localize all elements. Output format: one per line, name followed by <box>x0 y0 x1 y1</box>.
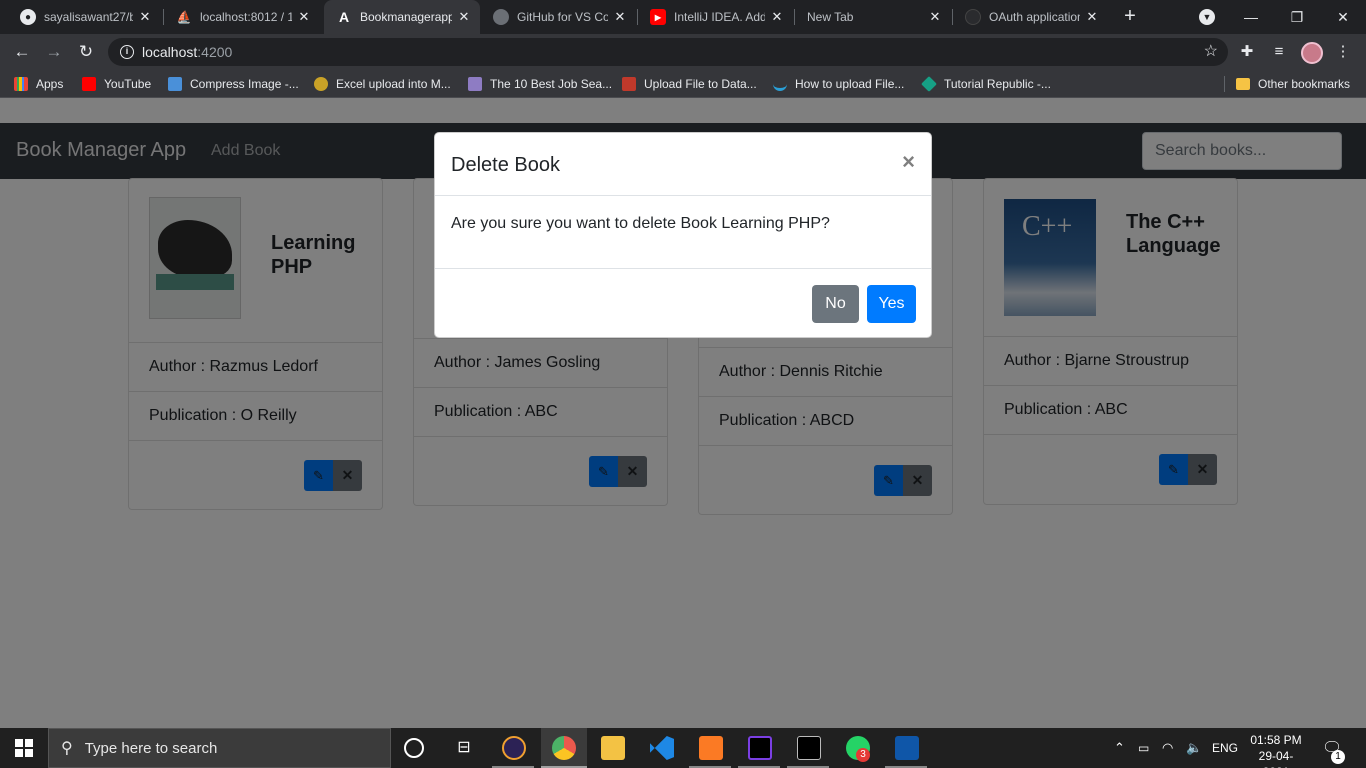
forward-arrow-icon[interactable]: → <box>42 40 66 64</box>
restore-button[interactable]: ❐ <box>1274 0 1320 34</box>
close-icon[interactable]: ✕ <box>1084 9 1100 25</box>
bookmark-upload-file[interactable]: Upload File to Data... <box>622 75 757 93</box>
apps-grid-icon <box>14 77 28 91</box>
chevron-down-icon: ▼ <box>1199 9 1215 25</box>
powershell-icon[interactable] <box>895 736 919 760</box>
notifications-badge: 1 <box>1331 750 1345 764</box>
eclipse-icon[interactable] <box>502 736 526 760</box>
bookmark-apps[interactable]: Apps <box>14 75 63 93</box>
close-icon[interactable]: ✕ <box>927 9 943 25</box>
bookmark-youtube[interactable]: YouTube <box>82 75 151 93</box>
task-view-icon[interactable]: ⊟ <box>452 736 476 760</box>
yes-button[interactable]: Yes <box>867 285 916 323</box>
language-indicator[interactable]: ENG <box>1212 728 1238 768</box>
wifi-icon[interactable]: ◠ <box>1162 728 1173 768</box>
info-icon[interactable]: i <box>120 45 134 59</box>
tab-new-tab[interactable]: New Tab ✕ <box>795 0 951 34</box>
file-explorer-icon[interactable] <box>601 736 625 760</box>
system-clock[interactable]: 01:58 PM 29-04-2021 <box>1248 732 1304 768</box>
close-icon[interactable]: ✕ <box>456 9 472 25</box>
address-bar[interactable]: i localhost:4200 ☆ <box>108 38 1228 66</box>
badge-icon <box>314 77 328 91</box>
new-tab-button[interactable]: + <box>1118 4 1142 28</box>
window-close-button[interactable]: ✕ <box>1320 0 1366 34</box>
volume-icon[interactable]: 🔈 <box>1186 728 1202 768</box>
modal-close-button[interactable]: × <box>902 151 915 173</box>
intellij-icon[interactable] <box>748 736 772 760</box>
folder-icon <box>1236 78 1250 90</box>
xampp-icon[interactable] <box>699 736 723 760</box>
minimize-button[interactable]: — <box>1228 0 1274 34</box>
phpmyadmin-icon: ⛵ <box>176 10 192 24</box>
bookmark-job-search[interactable]: The 10 Best Job Sea... <box>468 75 612 93</box>
globe-icon <box>493 9 509 25</box>
youtube-icon: ▶ <box>650 9 666 25</box>
cortana-icon[interactable] <box>404 738 424 758</box>
tab-github-vscode[interactable]: GitHub for VS Co ✕ <box>481 0 636 34</box>
vscode-icon[interactable] <box>650 736 674 760</box>
delete-book-modal: Delete Book × Are you sure you want to d… <box>434 132 932 338</box>
windows-taskbar: ⚲ Type here to search ⊟ 3 ⌃ ▭ ◠ 🔈 ENG 01… <box>0 728 1366 768</box>
bookmark-compress-image[interactable]: Compress Image -... <box>168 75 299 93</box>
tab-phpmyadmin[interactable]: ⛵ localhost:8012 / 1 ✕ <box>164 0 320 34</box>
start-button[interactable] <box>0 728 48 768</box>
bookmark-tutorial-republic[interactable]: Tutorial Republic -... <box>921 75 1051 93</box>
close-icon[interactable]: ✕ <box>137 9 153 25</box>
media-queue-icon[interactable]: ≡ <box>1269 42 1289 62</box>
back-arrow-icon[interactable]: ← <box>10 40 34 64</box>
bookmark-star-icon[interactable]: ☆ <box>1204 41 1218 61</box>
close-icon[interactable]: ✕ <box>612 9 628 25</box>
bookmark-how-to-upload[interactable]: How to upload File... <box>773 75 904 93</box>
battery-icon[interactable]: ▭ <box>1138 728 1149 768</box>
tab-oauth[interactable]: OAuth application ✕ <box>953 0 1108 34</box>
browser-tab-strip: ● sayalisawant27/b ✕ ⛵ localhost:8012 / … <box>0 0 1366 34</box>
bookmark-excel-upload[interactable]: Excel upload into M... <box>314 75 451 93</box>
profile-avatar[interactable] <box>1301 42 1323 64</box>
tab-intellij-video[interactable]: ▶ IntelliJ IDEA. Addi ✕ <box>638 0 793 34</box>
windows-logo-icon <box>15 739 33 757</box>
amazon-icon <box>773 77 787 91</box>
modal-message: Are you sure you want to delete Book Lea… <box>451 215 830 232</box>
tutorial-icon <box>921 76 937 92</box>
chevron-up-icon[interactable]: ⌃ <box>1114 728 1125 768</box>
bookmarks-bar: Apps YouTube Compress Image -... Excel u… <box>0 70 1366 98</box>
github-icon: ● <box>20 9 36 25</box>
tab-bookmanagerapp[interactable]: A Bookmanagerapp ✕ <box>324 0 480 34</box>
whatsapp-badge: 3 <box>856 748 870 762</box>
modal-title: Delete Book <box>451 154 560 176</box>
angular-icon: A <box>338 9 350 25</box>
no-button[interactable]: No <box>812 285 859 323</box>
youtube-icon <box>82 77 96 91</box>
reload-icon[interactable]: ↻ <box>74 40 98 64</box>
github-icon <box>965 9 981 25</box>
image-icon <box>168 77 182 91</box>
extensions-puzzle-icon[interactable]: ✚ <box>1237 42 1257 62</box>
close-icon[interactable]: ✕ <box>296 9 312 25</box>
other-bookmarks[interactable]: Other bookmarks <box>1236 75 1350 93</box>
menu-kebab-icon[interactable]: ⋮ <box>1333 42 1353 62</box>
tab-search-button[interactable]: ▼ <box>1184 0 1230 34</box>
file-icon <box>622 77 636 91</box>
taskbar-search-box[interactable]: ⚲ Type here to search <box>48 728 391 768</box>
search-icon: ⚲ <box>61 740 73 757</box>
browser-toolbar: ← → ↻ i localhost:4200 ☆ ✚ ≡ ⋮ <box>0 34 1366 70</box>
tab-github-repo[interactable]: ● sayalisawant27/b ✕ <box>8 0 161 34</box>
terminal-icon[interactable] <box>797 736 821 760</box>
close-icon[interactable]: ✕ <box>769 9 785 25</box>
job-icon <box>468 77 482 91</box>
